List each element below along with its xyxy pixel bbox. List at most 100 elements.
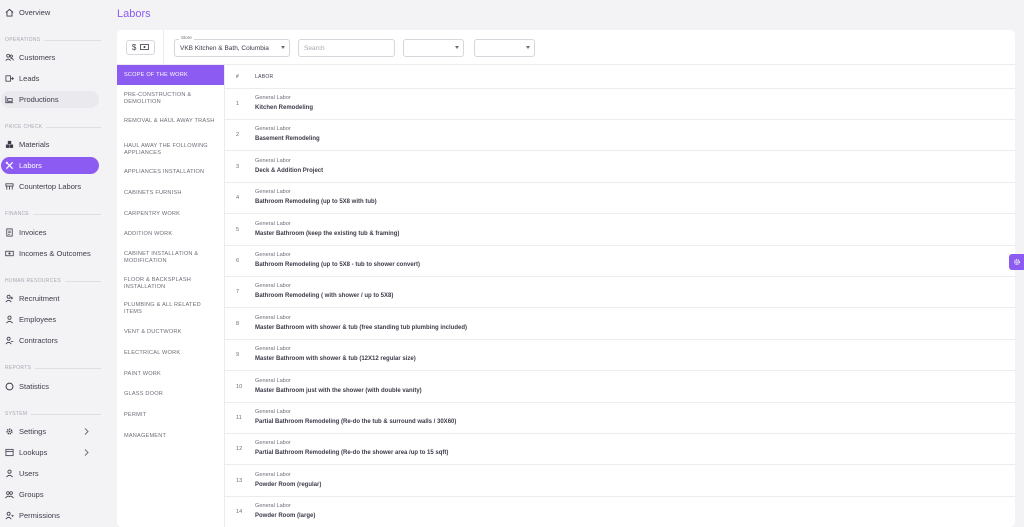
customizer-gear-button[interactable] (1009, 254, 1024, 270)
category-item[interactable]: VENT & DUCTWORK (117, 329, 225, 336)
sidebar-item-countertop-labors[interactable]: Countertop Labors (1, 178, 99, 195)
chevron-right-icon (84, 428, 89, 435)
toolbar-divider (163, 30, 164, 65)
table-row[interactable]: 4 General Labor Bathroom Remodeling (up to… (225, 183, 1015, 215)
sidebar-item-lookups[interactable]: Lookups (1, 444, 99, 461)
category-item[interactable]: REMOVAL & HAUL AWAY TRASH (117, 118, 225, 125)
table-row[interactable]: 1 General Labor Kitchen Remodeling (225, 89, 1015, 120)
money-icon (5, 249, 14, 258)
labor-name: Master Bathroom with shower & tub (12X12… (255, 356, 416, 363)
section-system: SYSTEM (5, 411, 101, 417)
sidebar-item-label: Groups (19, 490, 44, 499)
table-row[interactable]: 12 General Labor Partial Bathroom Remodeli… (225, 434, 1015, 466)
table-row[interactable]: 5 General Labor Master Bathroom (keep the … (225, 215, 1015, 246)
table-row[interactable]: 3 General Labor Deck & Addition Project (225, 152, 1015, 183)
leads-icon (5, 74, 14, 83)
group-icon (5, 490, 14, 499)
category-item[interactable]: PRE-CONSTRUCTION & DEMOLITION (117, 92, 225, 106)
category-item[interactable]: CABINETS FURNISH (117, 190, 225, 197)
sidebar-item-productions[interactable]: Productions (1, 91, 99, 108)
filter-select-2[interactable] (474, 39, 535, 57)
page-title: Labors (117, 8, 151, 20)
productions-icon (5, 95, 14, 104)
caret-down-icon (526, 46, 530, 49)
lookup-icon (5, 448, 14, 457)
sidebar-item-materials[interactable]: Materials (1, 136, 99, 153)
row-number: 11 (236, 415, 242, 421)
category-item[interactable]: MANAGEMENT (117, 433, 225, 440)
cash-icon[interactable] (140, 43, 149, 52)
sidebar-item-employees[interactable]: Employees (1, 311, 99, 328)
sidebar-item-label: Customers (19, 53, 56, 62)
labor-type: General Labor (255, 409, 291, 415)
sidebar-item-groups[interactable]: Groups (1, 486, 99, 503)
category-item[interactable]: FLOOR & BACKSPLASH INSTALLATION (117, 277, 225, 291)
user-icon (5, 315, 14, 324)
sidebar-item-label: Settings (19, 427, 47, 436)
category-item[interactable]: CARPENTRY WORK (117, 211, 225, 218)
sidebar-item-invoices[interactable]: Invoices (1, 224, 99, 241)
category-item[interactable]: GLASS DOOR (117, 391, 225, 398)
sidebar-item-label: Invoices (19, 228, 47, 237)
sidebar-item-leads[interactable]: Leads (1, 70, 99, 87)
table-row[interactable]: 14 General Labor Powder Room (large) (225, 497, 1015, 527)
category-item[interactable]: CABINET INSTALLATION & MODIFICATION (117, 251, 225, 265)
user-key-icon (5, 511, 14, 520)
column-header-number[interactable]: # (236, 74, 239, 80)
category-item[interactable]: HAUL AWAY THE FOLLOWING APPLIANCES (117, 143, 225, 157)
category-item[interactable]: APPLIANCES INSTALLATION (117, 169, 225, 176)
row-number: 9 (236, 352, 240, 359)
dollar-icon[interactable]: $ (132, 43, 136, 52)
table-row[interactable]: 8 General Labor Master Bathroom with showe… (225, 309, 1015, 340)
sidebar-item-label: Labors (19, 161, 42, 170)
sidebar-item-label: Countertop Labors (19, 182, 82, 191)
row-number: 3 (236, 163, 240, 170)
store-label: Store (179, 35, 194, 40)
sidebar-item-label: Permissions (19, 511, 60, 520)
filter-select-1[interactable] (403, 39, 464, 57)
contractor-icon (5, 336, 14, 345)
table-row[interactable]: 13 General Labor Powder Room (regular) (225, 466, 1015, 497)
category-item[interactable]: PAINT WORK (117, 371, 225, 378)
sidebar-item-settings[interactable]: Settings (1, 423, 99, 440)
table-row[interactable]: 7 General Labor Bathroom Remodeling ( with… (225, 277, 1015, 309)
sidebar-item-permissions[interactable]: Permissions (1, 507, 99, 524)
search-input[interactable] (298, 39, 395, 57)
labor-type: General Labor (255, 220, 291, 227)
table-row[interactable]: 9 General Labor Master Bathroom with showe… (225, 340, 1015, 372)
category-item[interactable]: ADDITION WORK (117, 231, 225, 238)
category-item[interactable]: PLUMBING & ALL RELATED ITEMS (117, 302, 225, 316)
row-number: 4 (236, 195, 240, 202)
table-row[interactable]: 2 General Labor Basement Remodeling (225, 120, 1015, 152)
sidebar-item-incomes-outcomes[interactable]: Incomes & Outcomes (1, 245, 99, 262)
labors-card: $ Store VKB Kitchen & Bath, Columbia SCO… (117, 30, 1015, 527)
labor-type: General Labor (255, 126, 291, 133)
labor-type: General Labor (255, 346, 291, 353)
sidebar-item-contractors[interactable]: Contractors (1, 332, 99, 349)
table-row[interactable]: 11 General Labor Partial Bathroom Remodeli… (225, 403, 1015, 434)
user-icon (5, 469, 14, 478)
labor-type: General Labor (255, 283, 291, 290)
toolbar: $ Store VKB Kitchen & Bath, Columbia (117, 30, 1015, 65)
sidebar-item-statistics[interactable]: Statistics (1, 378, 99, 395)
labor-name: Master Bathroom (keep the existing tub &… (255, 230, 400, 237)
sidebar-item-users[interactable]: Users (1, 465, 99, 482)
labor-name: Powder Room (large) (255, 513, 316, 520)
sidebar-item-overview[interactable]: Overview (1, 4, 99, 21)
sidebar-item-label: Overview (19, 8, 51, 17)
category-item[interactable]: SCOPE OF THE WORK (117, 65, 224, 85)
currency-toggle[interactable]: $ (126, 40, 155, 55)
sidebar-item-customers[interactable]: Customers (1, 49, 99, 66)
store-select[interactable]: Store VKB Kitchen & Bath, Columbia (174, 35, 290, 57)
category-item[interactable]: PERMIT (117, 412, 225, 419)
column-header-labor[interactable]: LABOR (255, 74, 273, 80)
caret-down-icon (455, 46, 459, 49)
category-item[interactable]: ELECTRICAL WORK (117, 350, 225, 357)
table-row[interactable]: 10 General Labor Master Bathroom just with… (225, 372, 1015, 403)
labor-type: General Labor (255, 252, 291, 258)
chevron-right-icon (84, 449, 89, 456)
sidebar-item-recruitment[interactable]: Recruitment (1, 290, 99, 307)
table-row[interactable]: 6 General Labor Bathroom Remodeling (up to… (225, 246, 1015, 277)
labor-type: General Labor (255, 157, 291, 164)
sidebar-item-labors[interactable]: Labors (1, 157, 99, 174)
